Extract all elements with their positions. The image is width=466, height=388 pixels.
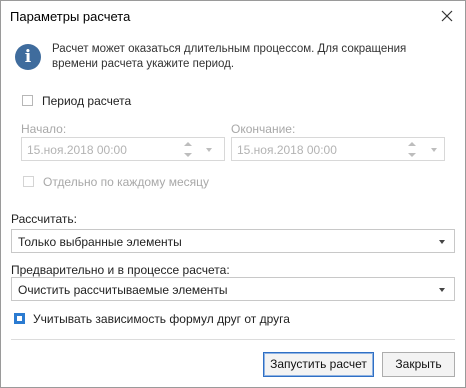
start-label: Начало: — [21, 122, 67, 136]
calculate-label: Рассчитать: — [11, 212, 77, 226]
spin-down-icon[interactable] — [408, 153, 416, 157]
end-datetime-value: 15.ноя.2018 00:00 — [237, 143, 337, 157]
start-spinner[interactable] — [183, 140, 193, 160]
info-message: Расчет может оказаться длительным процес… — [52, 43, 407, 70]
end-label: Окончание: — [231, 122, 296, 136]
start-datetime-field[interactable]: 15.ноя.2018 00:00 — [21, 137, 225, 161]
chevron-down-icon[interactable] — [439, 240, 445, 244]
calculate-select-value: Только выбранные элементы — [18, 235, 182, 249]
preprocess-select-value: Очистить рассчитываемые элементы — [18, 283, 228, 297]
calculate-select[interactable]: Только выбранные элементы — [11, 229, 455, 253]
end-datetime-field[interactable]: 15.ноя.2018 00:00 — [231, 137, 445, 161]
monthly-checkbox[interactable] — [23, 176, 34, 187]
title-bar: Параметры расчета — [1, 1, 465, 33]
monthly-checkbox-label: Отдельно по каждому месяцу — [43, 175, 210, 189]
info-icon: i — [15, 44, 41, 70]
chevron-down-icon[interactable] — [431, 148, 437, 152]
dependencies-checkbox[interactable] — [14, 313, 25, 324]
preprocess-label: Предварительно и в процессе расчета: — [11, 263, 230, 277]
divider — [11, 339, 455, 340]
preprocess-select[interactable]: Очистить рассчитываемые элементы — [11, 277, 455, 301]
period-checkbox-label: Период расчета — [42, 94, 132, 108]
calc-params-dialog: Параметры расчета i Расчет может оказать… — [0, 0, 466, 388]
start-datetime-value: 15.ноя.2018 00:00 — [27, 143, 127, 157]
dependencies-checkbox-label: Учитывать зависимость формул друг от дру… — [33, 312, 290, 326]
period-checkbox[interactable] — [22, 95, 33, 106]
end-spinner[interactable] — [407, 140, 417, 160]
spin-up-icon[interactable] — [408, 142, 416, 146]
chevron-down-icon[interactable] — [206, 148, 212, 152]
close-button[interactable]: Закрыть — [382, 352, 455, 377]
run-calculation-button[interactable]: Запустить расчет — [263, 352, 374, 377]
chevron-down-icon[interactable] — [439, 288, 445, 292]
spin-down-icon[interactable] — [184, 153, 192, 157]
spin-up-icon[interactable] — [184, 142, 192, 146]
dialog-title: Параметры расчета — [10, 9, 131, 24]
close-icon[interactable] — [435, 4, 459, 28]
